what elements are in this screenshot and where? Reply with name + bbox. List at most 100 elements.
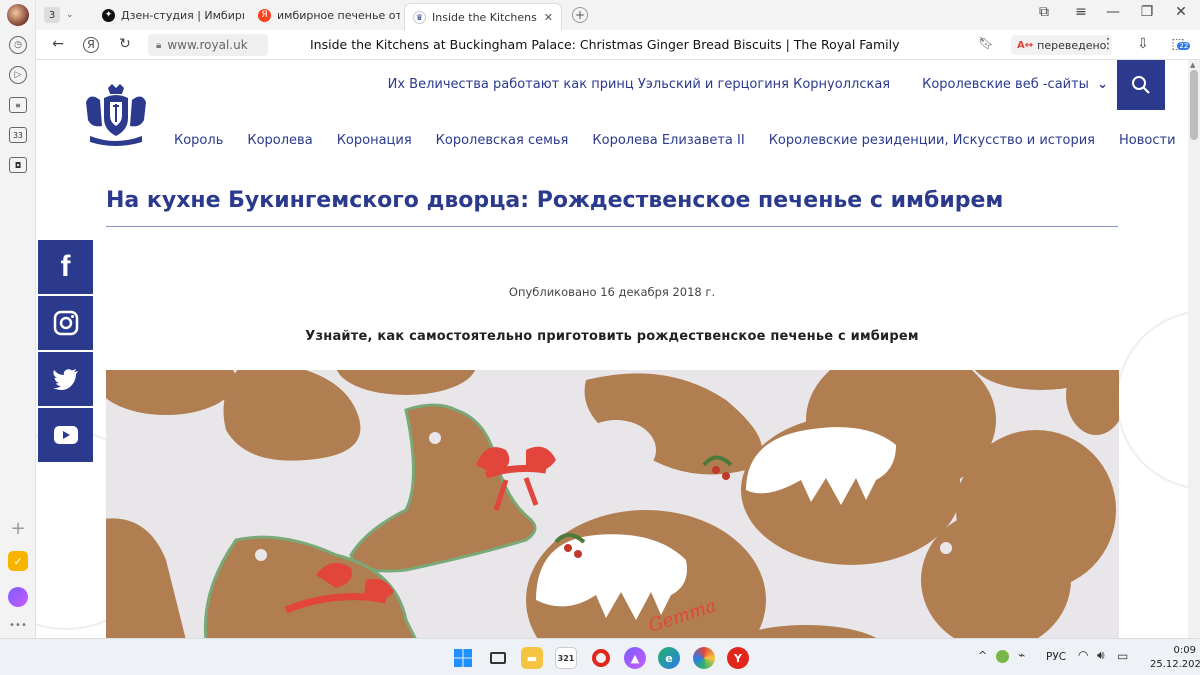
gingerbread-photo: Gemma [106,370,1119,638]
bookmarks-manager-icon[interactable]: ⧉ [1033,4,1055,20]
yandex-home-button[interactable]: Я [81,37,101,53]
extensions-icon[interactable]: ⬚22 [1168,36,1191,52]
chrome-icon[interactable] [693,647,715,669]
clock[interactable]: 0:09 25.12.2024 [1150,644,1200,672]
start-button[interactable] [452,647,474,669]
top-link-prince[interactable]: Их Величества работают как принц Уэльски… [388,77,890,92]
history-icon[interactable]: ◷ [5,32,31,58]
bookmark-icon[interactable]: 🔖︎ [976,36,996,50]
minimize-button[interactable]: — [1102,4,1124,20]
file-explorer-icon[interactable]: ▬ [521,647,543,669]
translate-label: переведено [1037,38,1107,52]
hero-image-gingerbread: Gemma [106,370,1119,638]
article-title: На кухне Букингемского дворца: Рождестве… [106,188,1004,213]
screenshot-icon[interactable]: ◘ [5,152,31,178]
tab-label: Дзен-студия | Имбирное [121,8,244,22]
collections-icon[interactable]: ≡ [5,92,31,118]
twitter-button[interactable] [38,352,93,406]
tab-label: имбирное печенье от кор [277,8,400,22]
yandex-browser-icon[interactable]: Y [727,647,749,669]
search-button[interactable] [1117,60,1165,110]
article-subtitle: Узнайте, как самостоятельно приготовить … [305,329,919,344]
calendar-icon[interactable]: 321 [555,647,577,669]
tab-counter[interactable]: 3 ⌄ [36,3,82,27]
social-share-bar: f [38,240,93,464]
royal-websites-label: Королевские веб -сайты [922,77,1089,92]
published-date: Опубликовано 16 декабря 2018 г. [508,285,716,299]
royal-crest-icon: ♛ [413,10,426,24]
tab-label: Inside the Kitchens at B [432,10,538,24]
task-view-icon[interactable] [487,647,509,669]
url-text: www.royal.uk [167,38,248,52]
scroll-thumb[interactable] [1190,70,1198,140]
scroll-up-arrow[interactable]: ▲ [1190,61,1195,69]
tab-royal-active[interactable]: ♛ Inside the Kitchens at B ✕ [404,3,562,30]
maximize-button[interactable]: ❐ [1136,4,1158,20]
tabs-counter[interactable]: 33 [5,122,31,148]
media-play-icon[interactable]: ▷ [5,62,31,88]
top-links: Их Величества работают как принц Уэльски… [388,77,1108,92]
youtube-button[interactable] [38,408,93,462]
close-window-button[interactable]: ✕ [1170,4,1192,20]
extensions-badge: 22 [1177,42,1191,50]
lock-icon: 🔒︎ [156,39,162,51]
input-language[interactable]: РУС [1046,651,1066,663]
url-field[interactable]: 🔒︎ www.royal.uk [148,34,268,56]
page-title-display: Inside the Kitchens at Buckingham Palace… [310,37,900,52]
battery-icon[interactable]: ▭ [1117,649,1128,663]
wifi-icon[interactable]: ◠ [1078,648,1088,662]
add-panel-icon[interactable]: + [5,515,31,541]
opera-icon[interactable] [590,647,612,669]
profile-avatar[interactable] [5,2,31,28]
youtube-icon [53,426,78,444]
tray-app-icon[interactable] [996,650,1009,663]
tab-menu-icon[interactable]: ≡ [1070,4,1092,20]
back-button[interactable]: ← [48,36,68,52]
downloads-icon[interactable]: ⇩ [1133,36,1153,52]
tray-chevron-up-icon[interactable]: ^ [978,649,987,662]
tabs-counter-label: 33 [9,127,27,143]
menu-dots-icon[interactable]: ⋮ [1098,36,1118,52]
more-icon[interactable]: ••• [5,612,31,638]
tab-bar: 3 ⌄ ✦ Дзен-студия | Имбирное Я имбирное … [36,0,1200,30]
facebook-icon: f [60,250,71,283]
tray-network-icon[interactable]: ⌁ [1018,648,1025,662]
nav-residences[interactable]: Королевские резиденции, Искусство и исто… [769,133,1095,148]
clock-date: 25.12.2024 [1150,659,1200,670]
nav-coronation[interactable]: Коронация [337,133,412,148]
nav-queen[interactable]: Королева [247,133,312,148]
chevron-down-icon: ⌄ [1097,77,1108,92]
chevron-down-icon: ⌄ [66,10,74,20]
clock-time: 0:09 [1173,645,1196,656]
royal-websites-dropdown[interactable]: Королевские веб -сайты ⌄ [922,77,1108,92]
main-nav: Король Королева Коронация Королевская се… [174,133,1176,148]
edge-icon[interactable]: e [658,647,680,669]
search-icon [1132,76,1150,94]
page-scrollbar[interactable]: ▲ [1188,60,1200,638]
windows-logo-icon [454,649,472,667]
yandex-market-icon[interactable]: ✓ [5,548,31,574]
browser-sidebar: ◷ ▷ ≡ 33 ◘ + ✓ ••• [0,0,36,638]
close-icon[interactable]: ✕ [544,11,553,24]
zen-icon: ✦ [102,8,115,22]
title-divider [106,226,1118,227]
nav-king[interactable]: Король [174,133,223,148]
nav-royal-family[interactable]: Королевская семья [436,133,569,148]
nav-news[interactable]: Новости [1119,133,1176,148]
translate-icon: A↔ [1017,39,1034,51]
alice-assistant-icon[interactable]: ▲ [624,647,646,669]
twitter-icon [52,369,78,390]
windows-taskbar: ▬ 321 ▲ e Y ^ ⌁ РУС ◠ 🔊︎ ▭ 0:09 25.12.20… [0,638,1200,675]
reload-button[interactable]: ↻ [115,36,135,52]
yandex-icon: Я [258,8,271,22]
web-page: Их Величества работают как принц Уэльски… [36,60,1188,638]
tab-yandex[interactable]: Я имбирное печенье от кор [250,3,400,27]
alice-icon[interactable] [5,584,31,610]
address-bar: ← Я ↻ 🔒︎ www.royal.uk Inside the Kitchen… [36,30,1200,60]
nav-queen-elizabeth[interactable]: Королева Елизавета II [592,133,744,148]
royal-coat-of-arms-logo[interactable] [82,82,150,148]
tab-zen[interactable]: ✦ Дзен-студия | Имбирное [94,3,244,27]
new-tab-button[interactable]: + [564,3,596,27]
calendar-day: 321 [557,653,575,663]
volume-icon[interactable]: 🔊︎ [1097,648,1105,663]
